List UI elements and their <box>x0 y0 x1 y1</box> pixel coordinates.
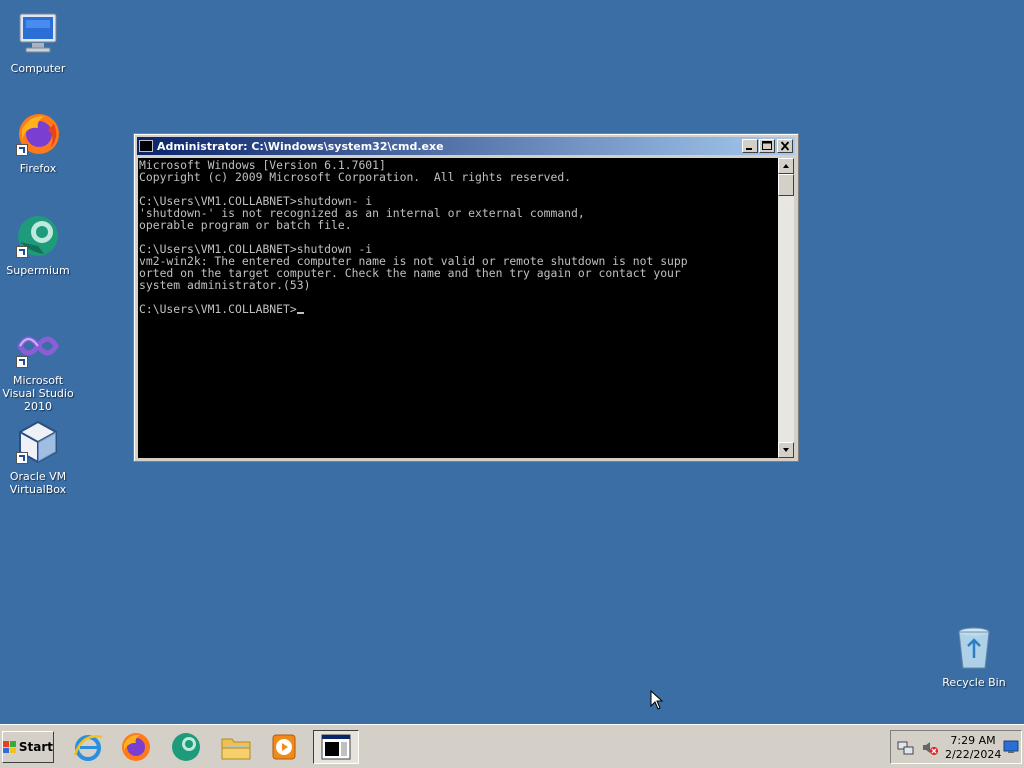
arrow-down-icon <box>783 448 789 452</box>
desktop-icon-recycle-bin[interactable]: Recycle Bin <box>934 624 1014 689</box>
taskbar-item-cmd[interactable] <box>313 730 359 764</box>
clock-time[interactable]: 7:29 AM <box>945 734 1001 747</box>
text-cursor <box>296 312 304 314</box>
desktop-icon-supermium[interactable]: Supermium <box>0 212 78 277</box>
arrow-up-icon <box>783 164 789 168</box>
shortcut-arrow-icon <box>16 452 28 464</box>
quicklaunch-internet-explorer[interactable] <box>68 731 108 763</box>
minimize-icon <box>746 148 752 150</box>
console-output[interactable]: Microsoft Windows [Version 6.1.7601] Cop… <box>138 158 778 458</box>
visual-studio-icon <box>14 322 62 370</box>
scroll-up-button[interactable] <box>778 158 794 174</box>
scroll-down-button[interactable] <box>778 442 794 458</box>
windows-logo-icon <box>3 741 16 753</box>
console-prompt: C:\Users\VM1.COLLABNET> <box>139 302 297 316</box>
network-icon[interactable] <box>897 739 915 757</box>
console-line: Copyright (c) 2009 Microsoft Corporation… <box>139 170 572 184</box>
shortcut-arrow-icon <box>16 144 28 156</box>
console-line: operable program or batch file. <box>139 218 352 232</box>
desktop-icon-label: Microsoft Visual Studio 2010 <box>2 374 74 413</box>
shortcut-arrow-icon <box>16 246 28 258</box>
desktop-icon-label: Recycle Bin <box>942 676 1006 689</box>
start-button[interactable]: Start <box>2 731 54 763</box>
console-prompt-line[interactable]: C:\Users\VM1.COLLABNET> <box>139 303 778 315</box>
maximize-icon <box>762 141 772 150</box>
console-line: system administrator.(53) <box>139 278 311 292</box>
vertical-scrollbar[interactable] <box>778 158 794 458</box>
close-icon <box>780 141 790 151</box>
virtualbox-icon <box>14 418 62 466</box>
start-label: Start <box>18 740 53 754</box>
desktop-icon-computer[interactable]: Computer <box>0 10 78 75</box>
mouse-pointer-icon <box>650 690 664 710</box>
computer-icon <box>14 10 62 58</box>
taskbar: Start 7:29 AM 2/22/2024 <box>0 724 1024 768</box>
quicklaunch-explorer[interactable] <box>216 731 256 763</box>
firefox-icon <box>122 733 150 761</box>
firefox-icon <box>14 110 62 158</box>
system-tray: 7:29 AM 2/22/2024 <box>890 730 1022 764</box>
cmd-titlebar[interactable]: Administrator: C:\Windows\system32\cmd.e… <box>137 137 795 155</box>
cmd-window[interactable]: Administrator: C:\Windows\system32\cmd.e… <box>133 133 799 462</box>
desktop-icon-label: Computer <box>10 62 66 75</box>
shortcut-arrow-icon <box>16 356 28 368</box>
supermium-icon <box>14 212 62 260</box>
internet-explorer-icon <box>73 735 103 761</box>
folder-icon <box>221 738 251 760</box>
window-controls <box>741 139 793 153</box>
cmd-window-icon <box>321 734 351 760</box>
maximize-button[interactable] <box>759 139 775 153</box>
media-player-icon <box>272 734 296 760</box>
recycle-bin-icon <box>950 624 998 672</box>
window-title: Administrator: C:\Windows\system32\cmd.e… <box>157 139 444 153</box>
desktop-icon-visual-studio[interactable]: Microsoft Visual Studio 2010 <box>0 322 78 413</box>
minimize-button[interactable] <box>742 139 758 153</box>
desktop-icon-label: Oracle VM VirtualBox <box>9 470 67 496</box>
supermium-icon <box>172 733 200 761</box>
quicklaunch-supermium[interactable] <box>166 731 206 763</box>
show-desktop-icon[interactable] <box>1003 739 1019 755</box>
desktop: Computer Firefox Supermium Microsoft Vis… <box>0 0 1024 724</box>
close-button[interactable] <box>777 139 793 153</box>
desktop-icon-firefox[interactable]: Firefox <box>0 110 78 175</box>
cmd-app-icon <box>139 140 153 152</box>
desktop-icon-label: Firefox <box>19 162 57 175</box>
volume-muted-icon[interactable] <box>921 739 939 757</box>
scroll-thumb[interactable] <box>778 174 794 196</box>
quicklaunch-media-player[interactable] <box>264 731 304 763</box>
quicklaunch-firefox[interactable] <box>116 731 156 763</box>
desktop-icon-label: Supermium <box>6 264 70 277</box>
clock-date[interactable]: 2/22/2024 <box>945 748 1001 761</box>
desktop-icon-virtualbox[interactable]: Oracle VM VirtualBox <box>0 418 78 496</box>
